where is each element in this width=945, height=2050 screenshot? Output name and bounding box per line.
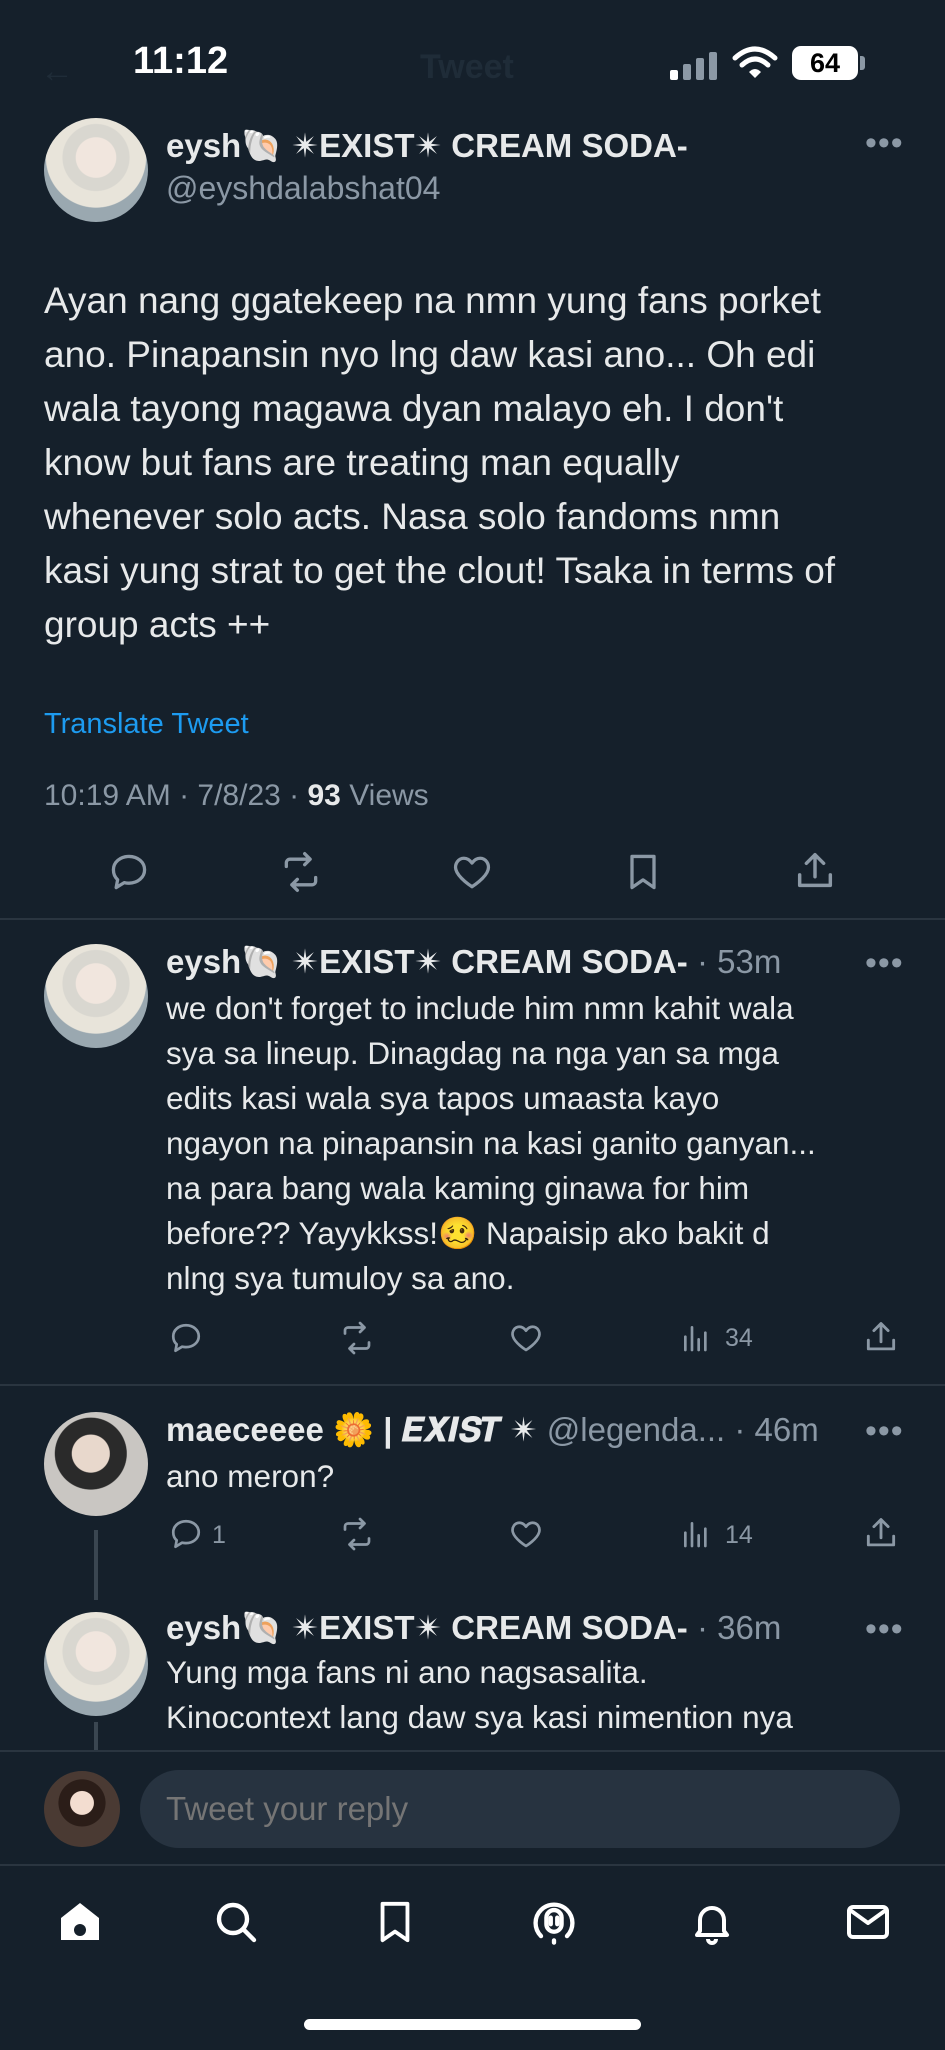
reply-header: eysh🐚 ✴EXIST✴ CREAM SODA- · 36m: [166, 1608, 781, 1648]
thread-line: [94, 1722, 98, 1752]
retweet-icon[interactable]: [278, 850, 324, 894]
tweet-text-line: group acts ++: [44, 604, 271, 645]
reply-handle[interactable]: @legenda...: [538, 1411, 725, 1448]
cellular-signal-icon: [668, 50, 720, 80]
my-avatar[interactable]: [44, 1771, 120, 1847]
reply-text-line: Kinocontext lang daw sya kasi nimention …: [166, 1699, 793, 1735]
more-options-icon[interactable]: •••: [865, 944, 904, 983]
reply-header: maeceeee 🌼 | 𝑬𝑿𝑰𝑺𝑻 ✴ @legenda... · 46m: [166, 1410, 819, 1450]
share-icon[interactable]: [862, 1514, 900, 1552]
tweet-text: Ayan nang ggatekeep na nmn yung fans por…: [44, 274, 914, 652]
battery-nub: [860, 56, 865, 70]
divider: [0, 1384, 945, 1386]
home-icon[interactable]: [56, 1898, 104, 1946]
reply-header: eysh🐚 ✴EXIST✴ CREAM SODA- · 53m: [166, 942, 781, 982]
status-time: 11:12: [133, 40, 229, 82]
tweet-meta: 10:19 AM · 7/8/23 · 93 Views: [44, 779, 429, 813]
search-icon[interactable]: [212, 1898, 260, 1946]
views-label: Views: [340, 779, 429, 812]
retweet-icon[interactable]: [338, 1320, 376, 1356]
more-options-icon[interactable]: •••: [865, 124, 904, 163]
reply-text-line: we don't forget to include him nmn kahit…: [166, 990, 794, 1026]
tweet-text-line: wala tayong magawa dyan malayo eh. I don…: [44, 388, 784, 429]
tweet-text-line: whenever solo acts. Nasa solo fandoms nm…: [44, 496, 781, 537]
notifications-bell-icon[interactable]: [688, 1898, 736, 1946]
reply-author-name[interactable]: maeceeee 🌼 | 𝑬𝑿𝑰𝑺𝑻 ✴: [166, 1411, 538, 1448]
reply-text: Yung mga fans ni ano nagsasalita. Kinoco…: [166, 1650, 926, 1740]
tweet-timestamp: 10:19 AM · 7/8/23 ·: [44, 779, 308, 812]
thread-line: [94, 1530, 98, 1600]
avatar[interactable]: [44, 944, 148, 1048]
bookmarks-tab-icon[interactable]: [372, 1898, 418, 1946]
spaces-icon[interactable]: [528, 1896, 580, 1948]
reply-author-name[interactable]: eysh🐚 ✴EXIST✴ CREAM SODA-: [166, 1609, 688, 1646]
views-count: 14: [725, 1521, 753, 1549]
reply-text-line: nlng sya tumuloy sa ano.: [166, 1260, 515, 1296]
retweet-icon[interactable]: [338, 1516, 376, 1552]
views-count[interactable]: 93: [307, 779, 340, 812]
tweet-text-line: ano. Pinapansin nyo lng daw kasi ano... …: [44, 334, 816, 375]
reply-text: ano meron?: [166, 1454, 334, 1499]
reply-text-line: edits kasi wala sya tapos umaasta kayo: [166, 1080, 720, 1116]
reply-text-line: ano meron?: [166, 1458, 335, 1494]
translate-tweet-link[interactable]: Translate Tweet: [44, 708, 249, 741]
reply-time: · 36m: [687, 1609, 782, 1646]
reply-text-line: Yung mga fans ni ano nagsasalita.: [166, 1654, 648, 1690]
reply-count: 1: [212, 1521, 226, 1549]
tweet-text-line: kasi yung strat to get the clout! Tsaka …: [44, 550, 836, 591]
reply-icon[interactable]: [107, 850, 151, 894]
share-icon[interactable]: [792, 848, 838, 894]
messages-envelope-icon[interactable]: [844, 1898, 892, 1946]
divider: [0, 918, 945, 920]
author-display-name[interactable]: eysh🐚 ✴EXIST✴ CREAM SODA-: [166, 126, 688, 166]
avatar[interactable]: [44, 118, 148, 222]
page-title: Tweet: [420, 48, 514, 86]
share-icon[interactable]: [862, 1318, 900, 1356]
bookmark-icon[interactable]: [621, 850, 665, 894]
like-heart-icon[interactable]: [508, 1320, 544, 1356]
views-count: 34: [725, 1324, 753, 1352]
like-heart-icon[interactable]: [508, 1516, 544, 1552]
views-chart-icon[interactable]: [680, 1518, 712, 1550]
reply-text-line: na para bang wala kaming ginawa for him: [166, 1170, 750, 1206]
home-indicator[interactable]: [304, 2019, 641, 2030]
reply-icon[interactable]: [168, 1516, 204, 1552]
views-chart-icon[interactable]: [680, 1322, 712, 1354]
reply-author-name[interactable]: eysh🐚 ✴EXIST✴ CREAM SODA-: [166, 943, 688, 980]
more-options-icon[interactable]: •••: [865, 1412, 904, 1451]
tweet-text-line: Ayan nang ggatekeep na nmn yung fans por…: [44, 280, 821, 321]
reply-time: · 53m: [687, 943, 782, 980]
wifi-icon: [732, 46, 778, 80]
reply-text-line: sya sa lineup. Dinagdag na nga yan sa mg…: [166, 1035, 779, 1071]
reply-input[interactable]: [140, 1770, 900, 1848]
reply-text-line: before?? Yayykkss!🥴 Napaisip ako bakit d: [166, 1215, 770, 1251]
back-arrow-icon[interactable]: ←: [40, 52, 74, 91]
more-options-icon[interactable]: •••: [865, 1610, 904, 1649]
battery-indicator: 64: [792, 46, 858, 80]
avatar[interactable]: [44, 1612, 148, 1716]
author-handle[interactable]: @eyshdalabshat04: [166, 170, 440, 207]
reply-text-line: ngayon na pinapansin na kasi ganito gany…: [166, 1125, 816, 1161]
reply-icon[interactable]: [168, 1320, 204, 1356]
reply-time: · 46m: [725, 1411, 819, 1448]
reply-text: we don't forget to include him nmn kahit…: [166, 986, 926, 1301]
avatar[interactable]: [44, 1412, 148, 1516]
like-heart-icon[interactable]: [450, 850, 494, 894]
tweet-text-line: know but fans are treating man equally: [44, 442, 680, 483]
